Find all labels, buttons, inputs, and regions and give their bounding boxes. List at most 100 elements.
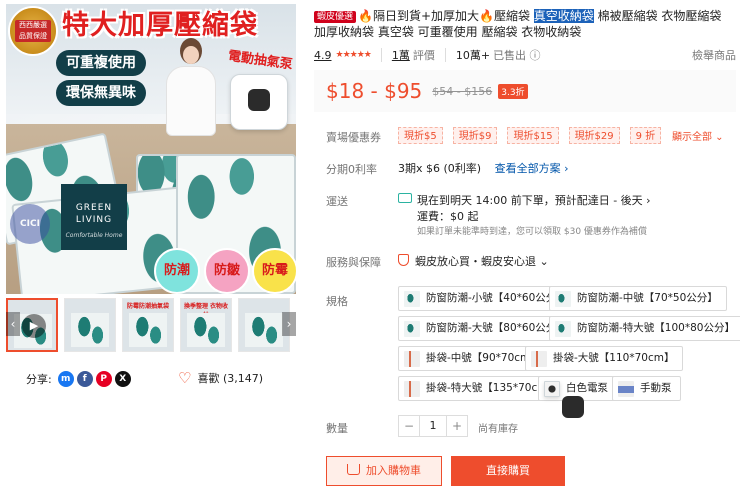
feature-badge-mold: 防霉: [252, 248, 296, 294]
divider: [380, 48, 382, 62]
variant-option[interactable]: 防窗防潮-中號【70*50公分】: [549, 286, 727, 311]
truck-icon: [398, 193, 412, 203]
feature-pill: 可重複使用: [56, 50, 146, 76]
quantity-plus-button[interactable]: +: [447, 416, 467, 436]
variant-option[interactable]: 白色電泵: [538, 376, 617, 418]
main-product-image[interactable]: GREEN LIVING Comfortable Home 西西嚴選 品質保證 …: [6, 4, 296, 294]
coupon-chip[interactable]: 現折$15: [507, 127, 559, 144]
report-link[interactable]: 檢舉商品: [692, 47, 736, 63]
coupons-label: 賣場優惠券: [326, 131, 381, 144]
card-title-line1: GREEN: [75, 203, 113, 213]
mall-tag: 蝦皮優選: [314, 11, 357, 23]
star-rating-icon: ★★★★★: [335, 50, 372, 60]
feature-pill: 環保無異味: [56, 80, 146, 106]
like-button[interactable]: ♡ 喜歡 (3,147): [178, 369, 263, 387]
installment-info: 3期x $6 (0利率) 查看全部方案 ›: [398, 160, 569, 176]
variant-thumb: [555, 321, 571, 337]
rating-value[interactable]: 4.9: [314, 49, 332, 62]
variant-label: 白色電泵: [566, 382, 608, 394]
original-price: $54 - $156: [432, 84, 493, 98]
variant-label: 掛袋-大號【110*70cm】: [553, 352, 675, 364]
pinterest-icon[interactable]: P: [95, 371, 112, 387]
variant-thumb: [618, 381, 634, 397]
facebook-icon[interactable]: f: [76, 371, 93, 387]
coupon-chip[interactable]: 9 折: [629, 127, 662, 144]
variant-option[interactable]: 手動泵: [612, 376, 681, 401]
card-title-line2: LIVING: [75, 215, 113, 225]
chevron-right-icon[interactable]: ›: [282, 312, 296, 336]
price-box: $18 - $95 $54 - $156 3.3折: [314, 70, 736, 112]
share-row: 分享: m f P X: [26, 370, 131, 388]
thumbnail-strip: ▶ 防霉防潮抽氣袋 換季整理 衣物收納 ‹ ›: [6, 298, 296, 354]
heart-icon: ♡: [178, 369, 192, 387]
sold-count: 10萬+: [455, 49, 491, 62]
add-to-cart-label: 加入購物車: [366, 464, 421, 477]
feature-badge-wrinkle: 防皺: [204, 248, 250, 294]
guarantee-dropdown[interactable]: 蝦皮放心買・蝦皮安心退 ⌄: [415, 253, 549, 269]
coupon-chip[interactable]: 現折$29: [568, 127, 620, 144]
coupon-chip[interactable]: 現折$9: [452, 127, 498, 144]
variant-option[interactable]: 防窗防潮-特大號【100*80公分】: [549, 316, 740, 341]
installment-plans-link[interactable]: 查看全部方案 ›: [495, 162, 569, 175]
seal-text: 西西嚴選 品質保證: [15, 20, 51, 42]
variant-label: 防窗防潮-大號【80*60公分】: [426, 322, 567, 334]
shipping-fee: 運費：$0 起: [417, 210, 479, 223]
reviews-count[interactable]: 1萬: [392, 47, 410, 63]
bag-label-card: GREEN LIVING Comfortable Home: [61, 184, 127, 250]
discount-badge: 3.3折: [498, 83, 528, 99]
chevron-left-icon[interactable]: ‹: [6, 312, 20, 336]
quality-seal-badge: 西西嚴選 品質保證: [8, 6, 58, 56]
late-delivery-note: 如果訂單未能準時到達，您可以領取 $30 優惠券作為補償: [417, 227, 647, 237]
messenger-icon[interactable]: m: [57, 371, 74, 387]
quantity-label: 數量: [326, 422, 348, 435]
title-highlight: 真空收納袋: [533, 9, 594, 23]
buy-now-button[interactable]: 直接購買: [451, 456, 565, 486]
coupon-list: 現折$5 現折$9 現折$15 現折$29 9 折: [398, 127, 662, 144]
thumbnail-image[interactable]: [64, 298, 116, 352]
pump-tag: 電動抽氣泵: [227, 48, 294, 73]
guarantee-label: 服務與保障: [326, 256, 381, 269]
variant-thumb: [531, 351, 547, 367]
shield-icon: [398, 254, 409, 266]
watermark-logo: CICI: [10, 204, 50, 244]
like-label: 喜歡 (3,147): [197, 372, 264, 385]
thumbnail-image[interactable]: 換季整理 衣物收納: [180, 298, 232, 352]
divider: [444, 48, 446, 62]
title-text: 🔥隔日到貨+加厚加大🔥壓縮袋: [358, 9, 534, 23]
variant-label: 防窗防潮-特大號【100*80公分】: [577, 322, 735, 334]
installment-text: 3期x $6 (0利率): [398, 162, 482, 175]
quantity-input[interactable]: 1: [419, 416, 447, 436]
product-stats: 4.9 ★★★★★ 1萬 評價 10萬+ 已售出 ⓘ 檢舉商品: [314, 47, 736, 63]
variant-thumb: [544, 381, 584, 418]
variant-label: 防窗防潮-小號【40*60公分】: [426, 292, 567, 304]
quantity-stepper: − 1 +: [398, 415, 468, 437]
variant-thumb: [404, 291, 420, 307]
price-range: $18 - $95: [326, 79, 423, 103]
variant-option[interactable]: 掛袋-大號【110*70cm】: [525, 346, 684, 371]
product-title: 蝦皮優選 🔥隔日到貨+加厚加大🔥壓縮袋 真空收納袋 棉被壓縮袋 衣物壓縮袋 加厚收…: [314, 8, 736, 40]
variant-thumb: [555, 291, 571, 307]
variant-thumb: [404, 351, 420, 367]
thumbnail-image[interactable]: 防霉防潮抽氣袋: [122, 298, 174, 352]
variants-label: 規格: [326, 295, 348, 308]
quantity-minus-button[interactable]: −: [399, 416, 419, 436]
add-to-cart-button[interactable]: 加入購物車: [326, 456, 442, 486]
cart-icon: [347, 464, 360, 475]
image-banner-title: 特大加厚壓縮袋: [62, 10, 258, 41]
sold-label: 已售出 ⓘ: [493, 49, 541, 62]
installment-label: 分期0利率: [326, 163, 377, 176]
play-icon: ▶: [22, 314, 46, 338]
show-all-coupons-link[interactable]: 顯示全部 ⌄: [672, 128, 724, 143]
variant-label: 掛袋-中號【90*70cm】: [426, 352, 541, 364]
variant-thumb: [404, 381, 420, 397]
share-label: 分享:: [26, 373, 52, 386]
card-script: Comfortable Home: [65, 232, 123, 239]
x-icon[interactable]: X: [114, 371, 131, 387]
variant-label: 手動泵: [640, 382, 672, 394]
variant-label: 防窗防潮-中號【70*50公分】: [577, 292, 718, 304]
shipping-label: 運送: [326, 195, 348, 208]
delivery-estimate[interactable]: 現在到明天 14:00 前下單，預計配達日 - 後天 ›: [417, 192, 651, 208]
coupon-chip[interactable]: 現折$5: [398, 127, 443, 144]
variant-thumb: [404, 321, 420, 337]
feature-badge-moisture: 防潮: [154, 248, 200, 294]
